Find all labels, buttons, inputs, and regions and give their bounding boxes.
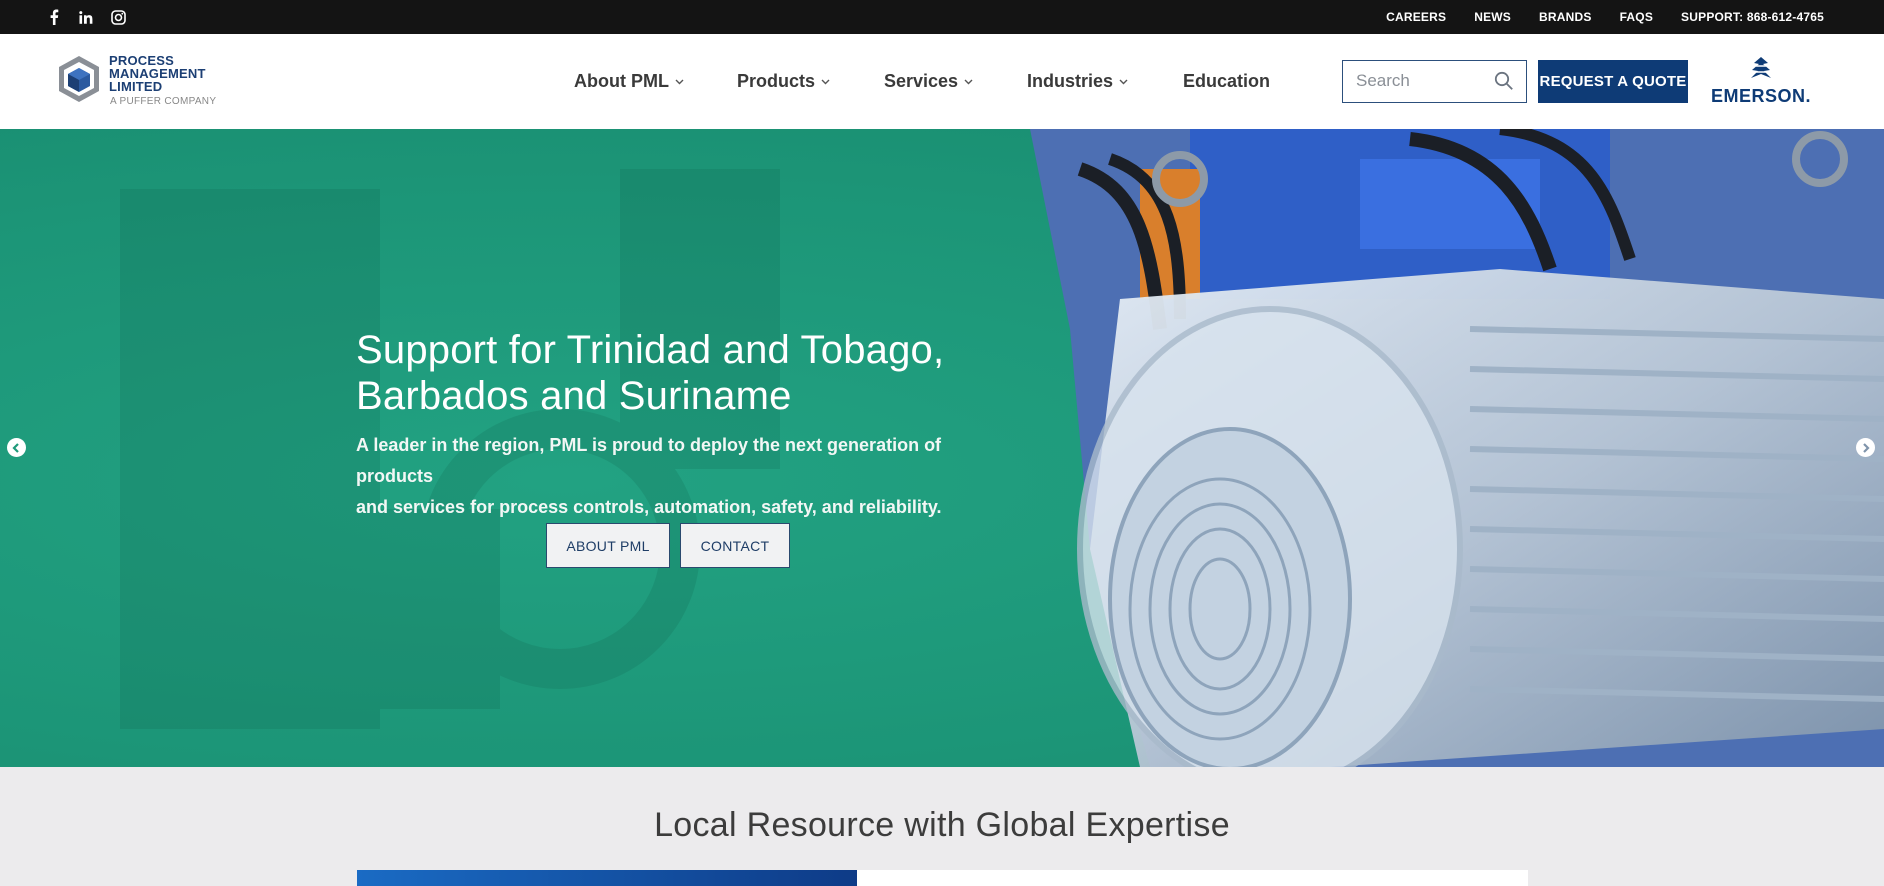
utility-links: CAREERS NEWS BRANDS FAQS SUPPORT: 868-61… [1386,0,1824,34]
brands-link[interactable]: BRANDS [1539,10,1592,24]
hero-description-line-2: and services for process controls, autom… [356,497,942,517]
nav-industries[interactable]: Industries [1027,34,1128,129]
about-pml-button[interactable]: ABOUT PML [546,523,670,568]
logo-tagline: A PUFFER COMPANY [110,96,217,107]
search-input[interactable] [1343,61,1488,101]
chevron-down-icon [1119,79,1128,84]
hero-description-line-1: A leader in the region, PML is proud to … [356,435,942,486]
nav-services[interactable]: Services [884,34,973,129]
nav-label: Services [884,71,959,91]
carousel-prev-button[interactable] [7,438,26,457]
chevron-right-icon [1863,442,1870,453]
linkedin-icon[interactable] [73,0,99,34]
nav-label: Education [1183,71,1271,91]
request-quote-button[interactable]: REQUEST A QUOTE [1538,60,1688,103]
feature-card-image [357,870,857,886]
chevron-left-icon [12,442,19,453]
emerson-wordmark: EMERSON. [1710,86,1811,106]
emerson-logo[interactable]: EMERSON. [1708,56,1814,106]
hero-title-line-1: Support for Trinidad and Tobago, [356,328,945,372]
emerson-emblem-icon [1751,57,1771,78]
nav-label: Industries [1027,71,1114,91]
logo-line-3: LIMITED [109,79,163,94]
faqs-link[interactable]: FAQS [1620,10,1653,24]
support-phone-link[interactable]: SUPPORT: 868-612-4765 [1681,10,1824,24]
logo-cube-icon [59,56,99,102]
search-box [1342,60,1527,103]
feature-card-body [857,870,1528,886]
news-link[interactable]: NEWS [1474,10,1511,24]
hero-motor-image [1030,129,1884,767]
company-logo[interactable]: PROCESS MANAGEMENT LIMITED A PUFFER COMP… [57,52,227,114]
hero-carousel: Support for Trinidad and Tobago, Barbado… [0,129,1884,767]
top-bar: CAREERS NEWS BRANDS FAQS SUPPORT: 868-61… [0,0,1884,34]
nav-about-pml[interactable]: About PML [574,34,684,129]
search-icon[interactable] [1494,71,1514,91]
nav-education[interactable]: Education [1183,34,1270,129]
section-heading: Local Resource with Global Expertise [654,806,1230,844]
nav-label: About PML [574,71,669,91]
carousel-next-button[interactable] [1856,438,1875,457]
nav-products[interactable]: Products [737,34,830,129]
hero-description: A leader in the region, PML is proud to … [356,430,1006,523]
instagram-icon[interactable] [105,0,131,34]
chevron-down-icon [675,79,684,84]
chevron-down-icon [821,79,830,84]
hero-title-line-2: Barbados and Suriname [356,374,792,418]
logo-wordmark: PROCESS MANAGEMENT LIMITED [109,54,206,93]
contact-button[interactable]: CONTACT [680,523,790,568]
careers-link[interactable]: CAREERS [1386,10,1446,24]
facebook-icon[interactable] [41,0,67,34]
chevron-down-icon [964,79,973,84]
nav-label: Products [737,71,816,91]
hero-title: Support for Trinidad and Tobago, Barbado… [356,327,996,419]
